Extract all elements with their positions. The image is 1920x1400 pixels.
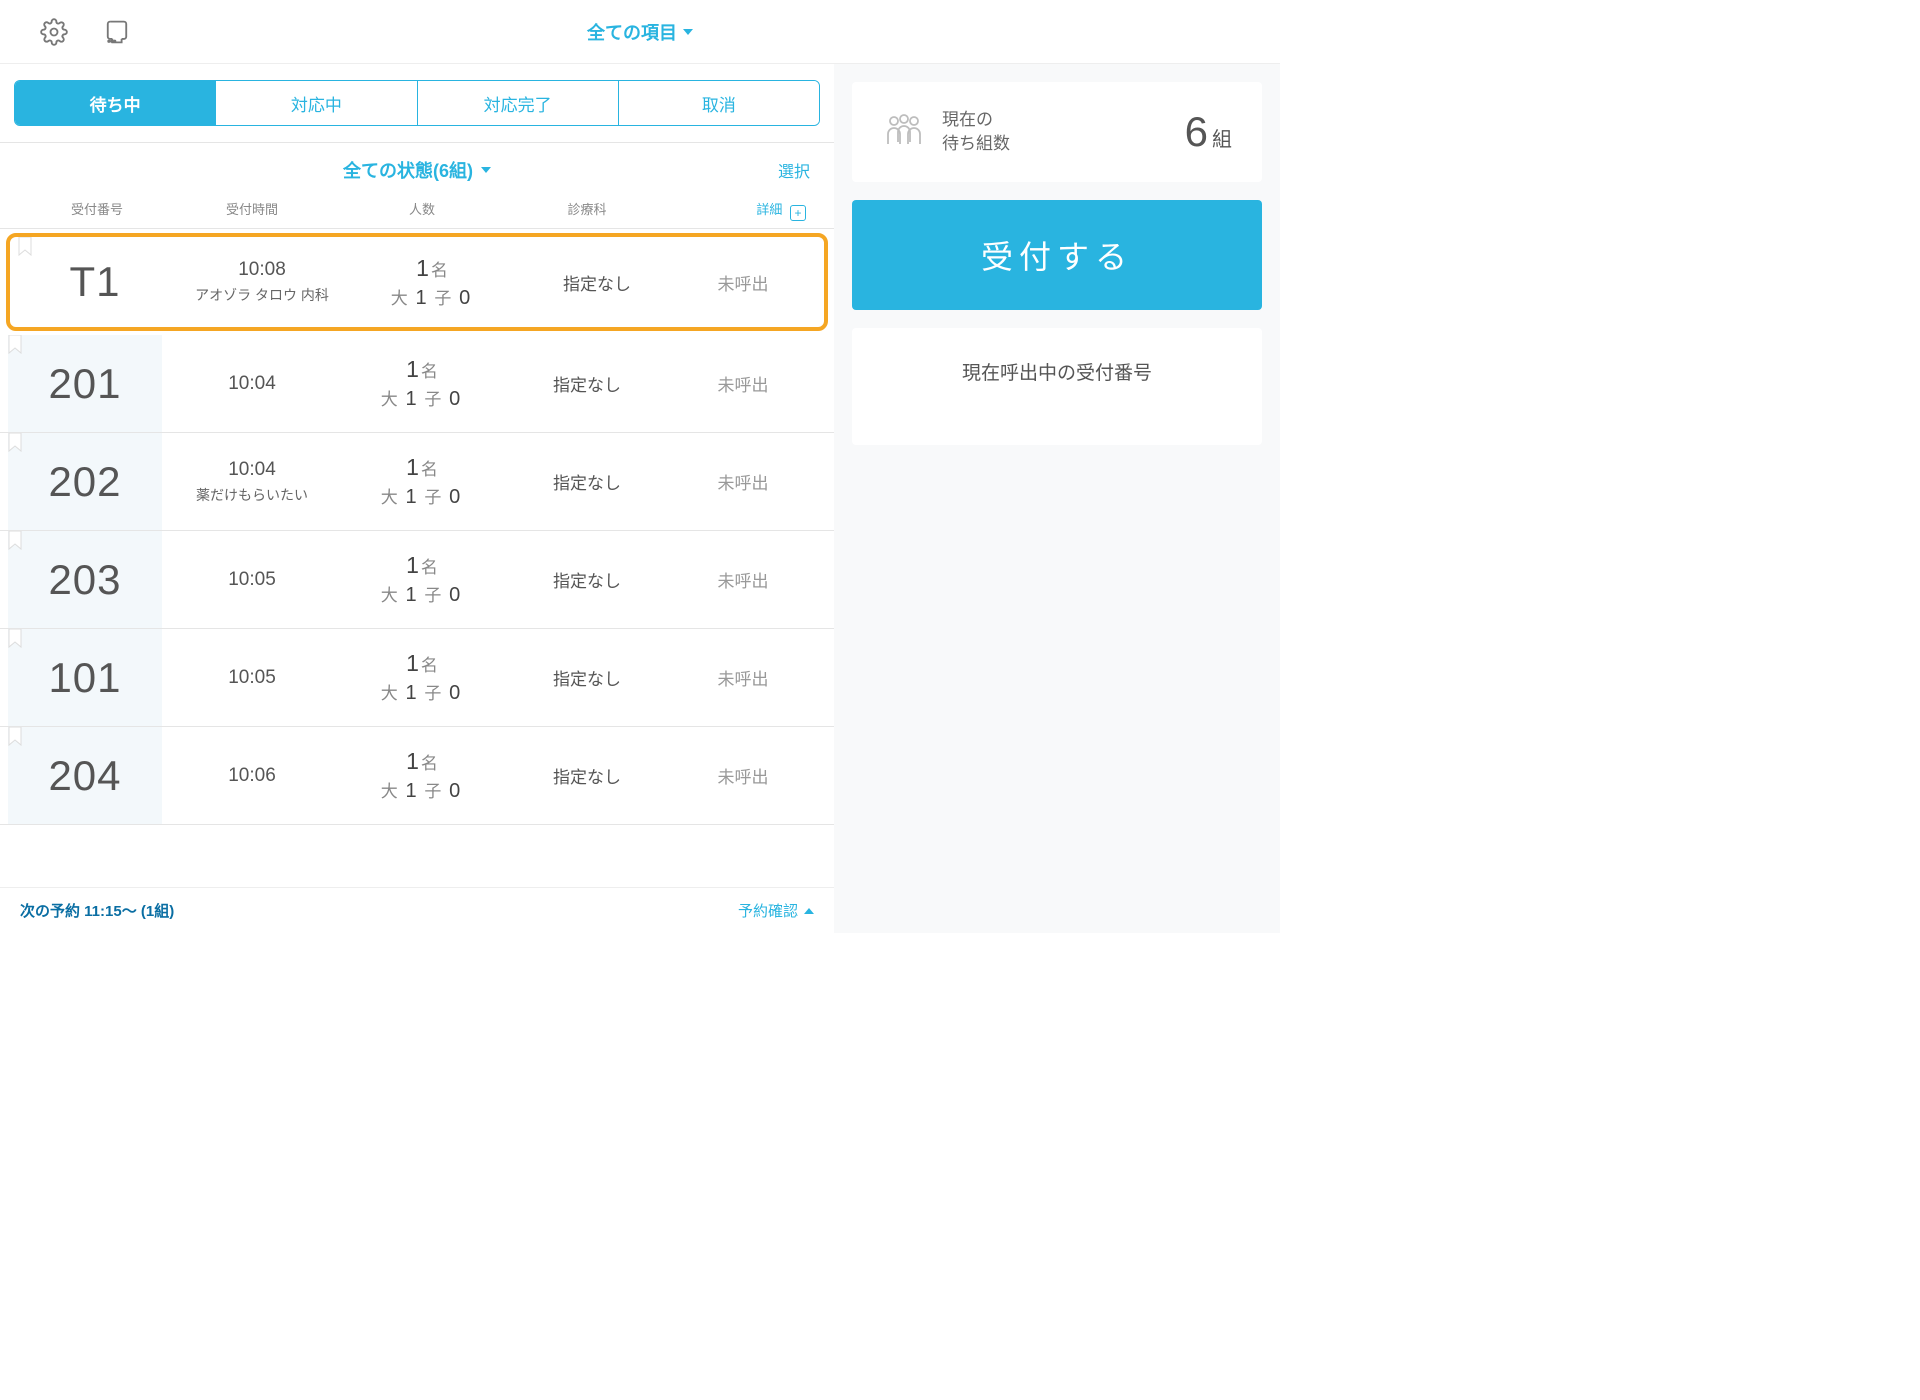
reception-number: 202 — [48, 458, 121, 506]
bookmark-icon[interactable] — [8, 433, 22, 453]
queue-row[interactable]: 204 10:061名大 1 子 0指定なし未呼出 — [0, 727, 834, 825]
people-cell: 1名大 1 子 0 — [342, 552, 502, 607]
department-cell: 指定なし — [502, 665, 672, 690]
queue-row[interactable]: 203 10:051名大 1 子 0指定なし未呼出 — [0, 531, 834, 629]
call-status: 未呼出 — [672, 567, 834, 592]
people-breakdown: 大 1 子 0 — [352, 284, 512, 310]
calling-card: 現在呼出中の受付番号 — [852, 328, 1262, 445]
reception-number: 101 — [48, 654, 121, 702]
reception-time: 10:05 — [162, 667, 342, 689]
reception-number: 203 — [48, 556, 121, 604]
tab-1[interactable]: 対応中 — [216, 81, 417, 125]
reception-time: 10:04 — [162, 373, 342, 395]
col-header-dept: 診療科 — [502, 199, 672, 218]
bookmark-icon[interactable] — [8, 727, 22, 747]
printer-icon[interactable] — [102, 18, 132, 46]
state-filter-row: 全ての状態(6組) 選択 — [0, 142, 834, 193]
people-cell: 1名大 1 子 0 — [342, 454, 502, 509]
tab-0[interactable]: 待ち中 — [15, 81, 216, 125]
plus-icon[interactable]: + — [790, 205, 806, 221]
reception-time: 10:06 — [162, 765, 342, 787]
call-status: 未呼出 — [672, 469, 834, 494]
people-cell: 1名大 1 子 0 — [352, 255, 512, 310]
reception-number-cell: 202 — [8, 433, 162, 530]
waiting-count-card: 現在の 待ち組数 6組 — [852, 82, 1262, 182]
people-cell: 1名大 1 子 0 — [342, 748, 502, 803]
settings-icon[interactable] — [40, 18, 68, 46]
people-group-icon — [882, 112, 926, 152]
select-link[interactable]: 選択 — [778, 158, 810, 182]
reception-number-cell: 204 — [8, 727, 162, 824]
call-status: 未呼出 — [672, 763, 834, 788]
waiting-label-line2: 待ち組数 — [942, 132, 1010, 156]
chevron-down-icon — [683, 29, 693, 35]
next-reservation-link[interactable]: 次の予約 11:15～ (1組) — [20, 900, 174, 921]
waiting-count-value: 6組 — [1185, 108, 1232, 156]
bookmark-icon[interactable] — [8, 335, 22, 355]
reception-number-cell: 201 — [8, 335, 162, 432]
col-header-num: 受付番号 — [32, 199, 162, 218]
reception-subtext: アオゾラ タロウ 内科 — [172, 285, 352, 305]
call-status: 未呼出 — [672, 371, 834, 396]
header-filter[interactable]: 全ての項目 — [587, 19, 693, 45]
people-breakdown: 大 1 子 0 — [342, 581, 502, 607]
calling-title: 現在呼出中の受付番号 — [872, 358, 1242, 385]
tab-3[interactable]: 取消 — [619, 81, 819, 125]
waiting-label-line1: 現在の — [942, 108, 1010, 132]
people-cell: 1名大 1 子 0 — [342, 356, 502, 411]
reception-number: 204 — [48, 752, 121, 800]
queue-list: T110:08アオゾラ タロウ 内科1名大 1 子 0指定なし未呼出20110:… — [0, 229, 834, 887]
reception-time: 10:08 — [172, 259, 352, 281]
department-cell: 指定なし — [502, 371, 672, 396]
reservation-confirm-link[interactable]: 予約確認 — [738, 900, 814, 921]
chevron-up-icon — [804, 908, 814, 914]
reception-number-cell: 203 — [8, 531, 162, 628]
queue-row[interactable]: 201 10:041名大 1 子 0指定なし未呼出 — [0, 335, 834, 433]
call-status: 未呼出 — [682, 270, 824, 295]
department-cell: 指定なし — [502, 469, 672, 494]
reception-number: T1 — [69, 258, 120, 306]
col-header-people: 人数 — [342, 199, 502, 218]
column-headers: 受付番号 受付時間 人数 診療科 詳細 + — [0, 193, 834, 229]
call-status: 未呼出 — [672, 665, 834, 690]
footer-bar: 次の予約 11:15～ (1組) 予約確認 — [0, 887, 834, 933]
reception-time-cell: 10:08 アオゾラ タロウ 内科 — [172, 259, 352, 305]
bookmark-icon[interactable] — [8, 629, 22, 649]
reception-time-cell: 10:05 — [162, 667, 342, 689]
topbar: 全ての項目 — [0, 0, 1280, 64]
people-breakdown: 大 1 子 0 — [342, 483, 502, 509]
department-cell: 指定なし — [502, 567, 672, 592]
reception-subtext: 薬だけもらいたい — [162, 485, 342, 505]
accept-button[interactable]: 受付する — [852, 200, 1262, 310]
reception-number-cell: 101 — [8, 629, 162, 726]
people-breakdown: 大 1 子 0 — [342, 777, 502, 803]
reception-time-cell: 10:05 — [162, 569, 342, 591]
col-header-time: 受付時間 — [162, 199, 342, 218]
queue-row[interactable]: 101 10:051名大 1 子 0指定なし未呼出 — [0, 629, 834, 727]
reception-number: 201 — [48, 360, 121, 408]
queue-row[interactable]: T1 10:08 アオゾラ タロウ 内科1名大 1 子 0指定なし未呼出 — [6, 233, 828, 331]
queue-row[interactable]: 202 10:04 薬だけもらいたい1名大 1 子 0指定なし未呼出 — [0, 433, 834, 531]
reception-time: 10:04 — [162, 459, 342, 481]
reception-number-cell: T1 — [18, 237, 172, 327]
people-breakdown: 大 1 子 0 — [342, 385, 502, 411]
col-header-detail[interactable]: 詳細 + — [672, 199, 818, 218]
status-tabs: 待ち中対応中対応完了取消 — [14, 80, 820, 126]
reception-time-cell: 10:04 薬だけもらいたい — [162, 459, 342, 505]
people-breakdown: 大 1 子 0 — [342, 679, 502, 705]
state-filter-label: 全ての状態(6組) — [343, 157, 473, 183]
bookmark-icon[interactable] — [18, 237, 32, 257]
chevron-down-icon — [481, 167, 491, 173]
department-cell: 指定なし — [502, 763, 672, 788]
state-filter[interactable]: 全ての状態(6組) — [343, 157, 491, 183]
people-cell: 1名大 1 子 0 — [342, 650, 502, 705]
tab-2[interactable]: 対応完了 — [418, 81, 619, 125]
reception-time-cell: 10:04 — [162, 373, 342, 395]
department-cell: 指定なし — [512, 270, 682, 295]
header-title: 全ての項目 — [587, 19, 677, 45]
reception-time-cell: 10:06 — [162, 765, 342, 787]
bookmark-icon[interactable] — [8, 531, 22, 551]
reception-time: 10:05 — [162, 569, 342, 591]
